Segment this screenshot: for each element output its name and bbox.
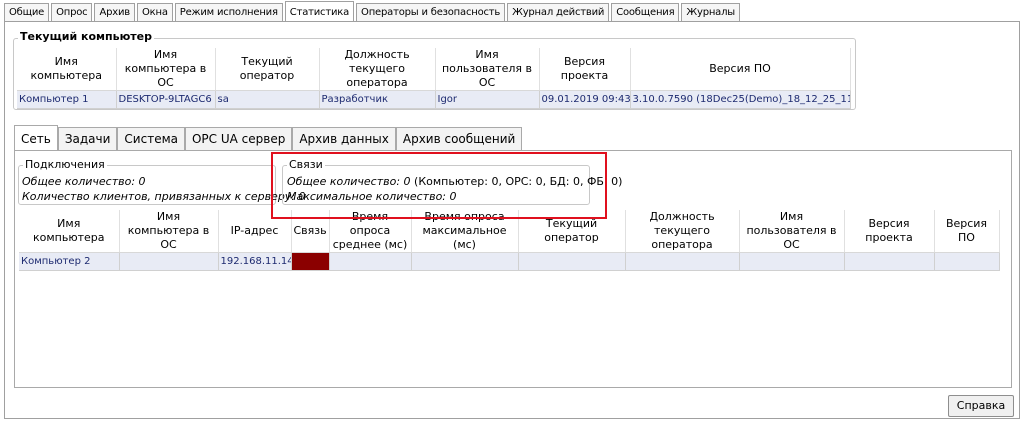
network-table: Имя компьютера Имя компьютера в ОС IP-ад… (19, 210, 1000, 271)
tab-messages[interactable]: Сообщения (611, 3, 680, 22)
cell-software-version[interactable]: 3.10.0.7590 (18Dec25(Demo)_18_12_25_11_2… (630, 90, 851, 109)
cell-ip-address[interactable]: 192.168.11.142 (218, 252, 292, 271)
tab-general[interactable]: Общие (4, 3, 50, 22)
cell-poll-max[interactable] (411, 252, 519, 271)
current-computer-table: Имя компьютера Имя компьютера в ОС Текущ… (17, 48, 851, 109)
table-row[interactable]: Компьютер 2 192.168.11.142 (19, 252, 1000, 271)
current-computer-title: Текущий компьютер (18, 30, 154, 43)
tab-operators-security[interactable]: Операторы и безопасность (356, 3, 506, 22)
cell-project-version[interactable] (844, 252, 935, 271)
highlight-annotation (271, 152, 607, 219)
cell-computer-name[interactable]: Компьютер 2 (19, 252, 120, 271)
cell-operator-position[interactable]: Разработчик (319, 90, 436, 109)
cell-operator-position[interactable] (625, 252, 740, 271)
col-software-version[interactable]: Версия ПО (630, 48, 851, 91)
tab-opc-ua-server[interactable]: OPC UA сервер (184, 127, 293, 151)
help-button[interactable]: Справка (948, 395, 1014, 417)
tab-logs[interactable]: Журналы (681, 3, 740, 22)
cell-os-user[interactable] (739, 252, 845, 271)
tab-archive[interactable]: Архив (94, 3, 135, 22)
connections-total: Общее количество: 0 (22, 175, 146, 188)
col-computer-name[interactable]: Имя компьютера (17, 48, 117, 91)
tab-tasks[interactable]: Задачи (57, 127, 118, 151)
cell-computer-os-name[interactable] (119, 252, 219, 271)
tab-network[interactable]: Сеть (14, 125, 58, 151)
col-project-version[interactable]: Версия проекта (539, 48, 631, 91)
top-tab-bar: Общие Опрос Архив Окна Режим исполнения … (4, 1, 742, 22)
col-os-user[interactable]: Имя пользователя в ОС (435, 48, 540, 91)
cell-os-user[interactable]: Igor (435, 90, 540, 109)
tab-runtime-mode[interactable]: Режим исполнения (174, 3, 283, 22)
connections-title: Подключения (23, 158, 107, 171)
col-project-version[interactable]: Версия проекта (844, 210, 935, 253)
tab-system[interactable]: Система (117, 127, 185, 151)
cell-computer-name[interactable]: Компьютер 1 (17, 90, 117, 109)
tab-polling[interactable]: Опрос (51, 3, 93, 22)
col-software-version[interactable]: Версия ПО (934, 210, 1000, 253)
col-computer-os-name[interactable]: Имя компьютера в ОС (116, 48, 216, 91)
cell-current-operator[interactable] (518, 252, 626, 271)
cell-poll-avg[interactable] (329, 252, 412, 271)
connections-clients: Количество клиентов, привязанных к серве… (22, 190, 306, 203)
inner-tab-bar: Сеть Задачи Система OPC UA сервер Архив … (14, 125, 523, 151)
col-operator-position[interactable]: Должность текущего оператора (625, 210, 740, 253)
tab-data-archive[interactable]: Архив данных (292, 127, 396, 151)
col-current-operator[interactable]: Текущий оператор (215, 48, 320, 91)
col-os-user[interactable]: Имя пользователя в ОС (739, 210, 845, 253)
cell-software-version[interactable] (934, 252, 1000, 271)
tab-message-archive[interactable]: Архив сообщений (395, 127, 523, 151)
tab-windows[interactable]: Окна (136, 3, 173, 22)
tab-action-log[interactable]: Журнал действий (507, 3, 610, 22)
table-row[interactable]: Компьютер 1 DESKTOP-9LTAGC6 sa Разработч… (17, 90, 851, 109)
cell-link-status[interactable] (291, 252, 330, 271)
cell-computer-os-name[interactable]: DESKTOP-9LTAGC6 (116, 90, 216, 109)
col-computer-os-name[interactable]: Имя компьютера в ОС (119, 210, 219, 253)
col-operator-position[interactable]: Должность текущего оператора (319, 48, 436, 91)
cell-current-operator[interactable]: sa (215, 90, 320, 109)
tab-statistics[interactable]: Статистика (284, 1, 355, 22)
col-computer-name[interactable]: Имя компьютера (19, 210, 120, 253)
cell-project-version[interactable]: 09.01.2019 09:43 (539, 90, 631, 109)
